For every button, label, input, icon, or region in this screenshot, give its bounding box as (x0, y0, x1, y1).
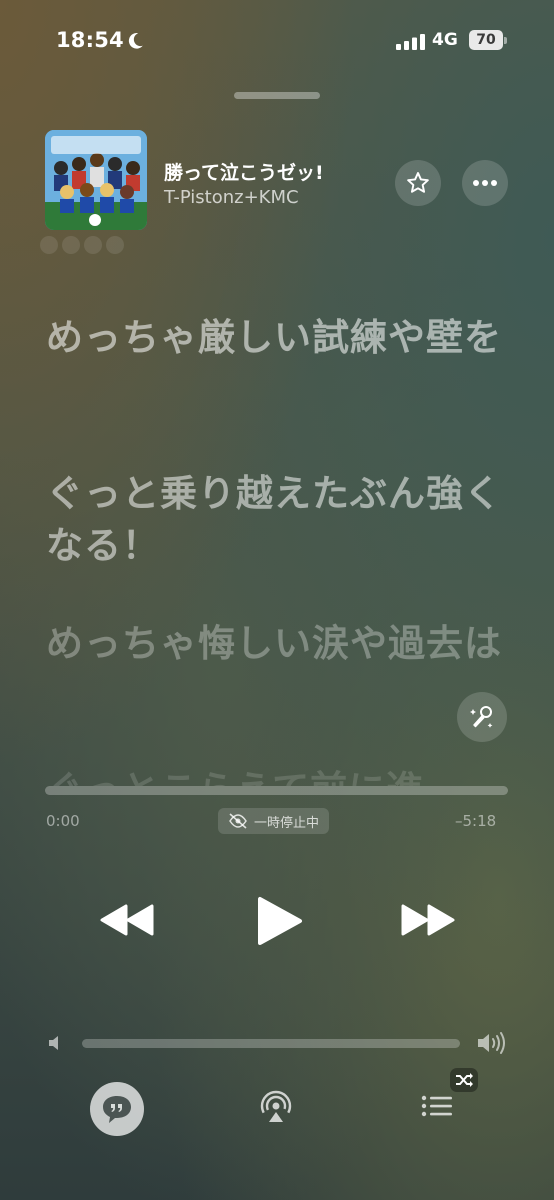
song-artist[interactable]: T-Pistonz+KMC (164, 187, 299, 208)
lyric-line[interactable]: めっちゃ悔しい涙や過去は (46, 618, 516, 670)
more-options-button[interactable] (462, 160, 508, 206)
moon-icon (128, 33, 143, 49)
playback-progress-bar[interactable] (45, 786, 508, 795)
album-artwork-image (45, 130, 147, 230)
cellular-signal-icon (396, 34, 425, 50)
lyric-line[interactable]: ぐっと乗り越えたぶん強くなる！ (46, 468, 516, 572)
song-title[interactable]: 勝って泣こうゼッ! (164, 158, 324, 185)
status-time: 18:54 (56, 28, 124, 52)
airplay-icon[interactable] (256, 1088, 296, 1128)
list-icon[interactable] (420, 1092, 456, 1120)
playback-status-badge: 一時停止中 (218, 808, 330, 834)
ellipsis-icon (473, 180, 497, 186)
sing-button[interactable] (457, 692, 507, 742)
volume-high-icon (478, 1032, 505, 1054)
quote-bubble-icon (103, 1096, 131, 1123)
lyric-line[interactable]: めっちゃ厳しい試練や壁を (46, 312, 516, 364)
lyric-line[interactable]: ぐっとこらえて前に進 (46, 764, 516, 786)
playback-status-text: 一時停止中 (254, 815, 320, 831)
volume-slider[interactable] (82, 1039, 460, 1048)
microphone-sparkle-icon (470, 706, 493, 728)
shuffle-icon (450, 1068, 478, 1092)
backward-icon[interactable] (98, 900, 156, 940)
album-artwork[interactable] (45, 130, 147, 230)
paused-listening-icon (229, 813, 247, 829)
network-type: 4G (432, 30, 458, 50)
artwork-shadow-dots (40, 236, 128, 258)
forward-icon[interactable] (399, 900, 457, 940)
elapsed-time: 0:00 (46, 812, 80, 830)
volume-low-icon (49, 1036, 58, 1050)
sheet-grabber[interactable] (234, 92, 320, 99)
favorite-button[interactable] (395, 160, 441, 206)
lyrics-button[interactable] (90, 1082, 144, 1136)
star-icon (407, 172, 429, 193)
battery-indicator: 70 (469, 30, 503, 50)
play-icon[interactable] (254, 894, 304, 948)
battery-tip (504, 37, 507, 44)
remaining-time: –5:18 (455, 812, 497, 830)
